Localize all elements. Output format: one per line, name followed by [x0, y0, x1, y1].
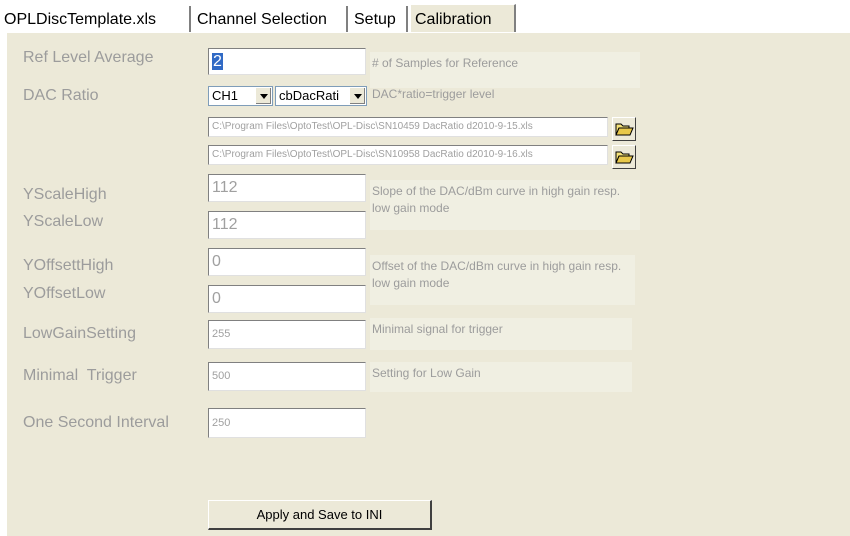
low-gain-setting-label: LowGainSetting — [23, 325, 136, 342]
yscale-high-input[interactable]: 112 — [208, 174, 366, 202]
tab-label: Channel Selection — [197, 11, 327, 28]
yscale-desc: Slope of the DAC/dBm curve in high gain … — [370, 180, 640, 230]
tab-channel-selection[interactable]: Channel Selection — [193, 6, 348, 32]
one-second-interval-input[interactable]: 250 — [208, 408, 366, 438]
yoffset-high-input[interactable]: 0 — [208, 248, 366, 276]
yscale-high-label: YScaleHigh — [23, 186, 107, 203]
yoffset-high-label: YOffsettHigh — [23, 257, 114, 274]
one-second-interval-label: One Second Interval — [23, 414, 169, 431]
yscale-low-label: YScaleLow — [23, 213, 104, 230]
tab-label: Setup — [354, 11, 396, 28]
low-gain-setting-desc: Minimal signal for trigger — [370, 318, 632, 350]
dac-ratio-label: DAC Ratio — [23, 87, 99, 104]
open-file-button-1[interactable] — [612, 117, 636, 141]
yoffset-low-label: YOffsetLow — [23, 285, 106, 302]
yoffset-low-input[interactable]: 0 — [208, 285, 366, 313]
chevron-down-icon[interactable] — [349, 88, 365, 104]
folder-open-icon — [615, 123, 634, 136]
open-file-button-2[interactable] — [612, 145, 636, 169]
dac-ratio-dropdown[interactable]: cbDacRati — [275, 86, 367, 106]
tab-setup[interactable]: Setup — [350, 6, 408, 32]
yoffset-desc: Offset of the DAC/dBm curve in high gain… — [370, 255, 635, 305]
minimal-trigger-desc: Setting for Low Gain — [370, 362, 632, 392]
minimal-trigger-input[interactable]: 500 — [208, 362, 366, 391]
ref-level-average-input[interactable]: 2 — [208, 48, 366, 75]
dac-ratio-desc: DAC*ratio=trigger level — [372, 87, 495, 101]
chevron-down-icon[interactable] — [255, 88, 271, 104]
minimal-trigger-label: Minimal Trigger — [23, 367, 137, 384]
tab-opldisctemplate[interactable]: OPLDiscTemplate.xls — [0, 6, 191, 32]
dac-ratio-path-2[interactable]: C:\Program Files\OptoTest\OPL-Disc\SN109… — [208, 145, 608, 165]
folder-open-icon — [615, 151, 634, 164]
tab-bar: OPLDiscTemplate.xls Channel Selection Se… — [0, 4, 850, 34]
yscale-low-input[interactable]: 112 — [208, 211, 366, 239]
apply-and-save-button[interactable]: Apply and Save to INI — [208, 500, 432, 530]
dac-ratio-path-1[interactable]: C:\Program Files\OptoTest\OPL-Disc\SN104… — [208, 117, 608, 137]
tab-label: OPLDiscTemplate.xls — [4, 11, 157, 28]
low-gain-setting-input[interactable]: 255 — [208, 320, 366, 349]
channel-dropdown-value: CH1 — [212, 88, 239, 103]
channel-dropdown[interactable]: CH1 — [208, 86, 273, 106]
ref-level-average-value: 2 — [212, 53, 223, 70]
tab-calibration[interactable]: Calibration — [410, 4, 516, 34]
tab-label: Calibration — [415, 11, 492, 28]
ref-level-average-label: Ref Level Average — [23, 49, 154, 66]
dac-ratio-dropdown-value: cbDacRati — [279, 88, 339, 103]
